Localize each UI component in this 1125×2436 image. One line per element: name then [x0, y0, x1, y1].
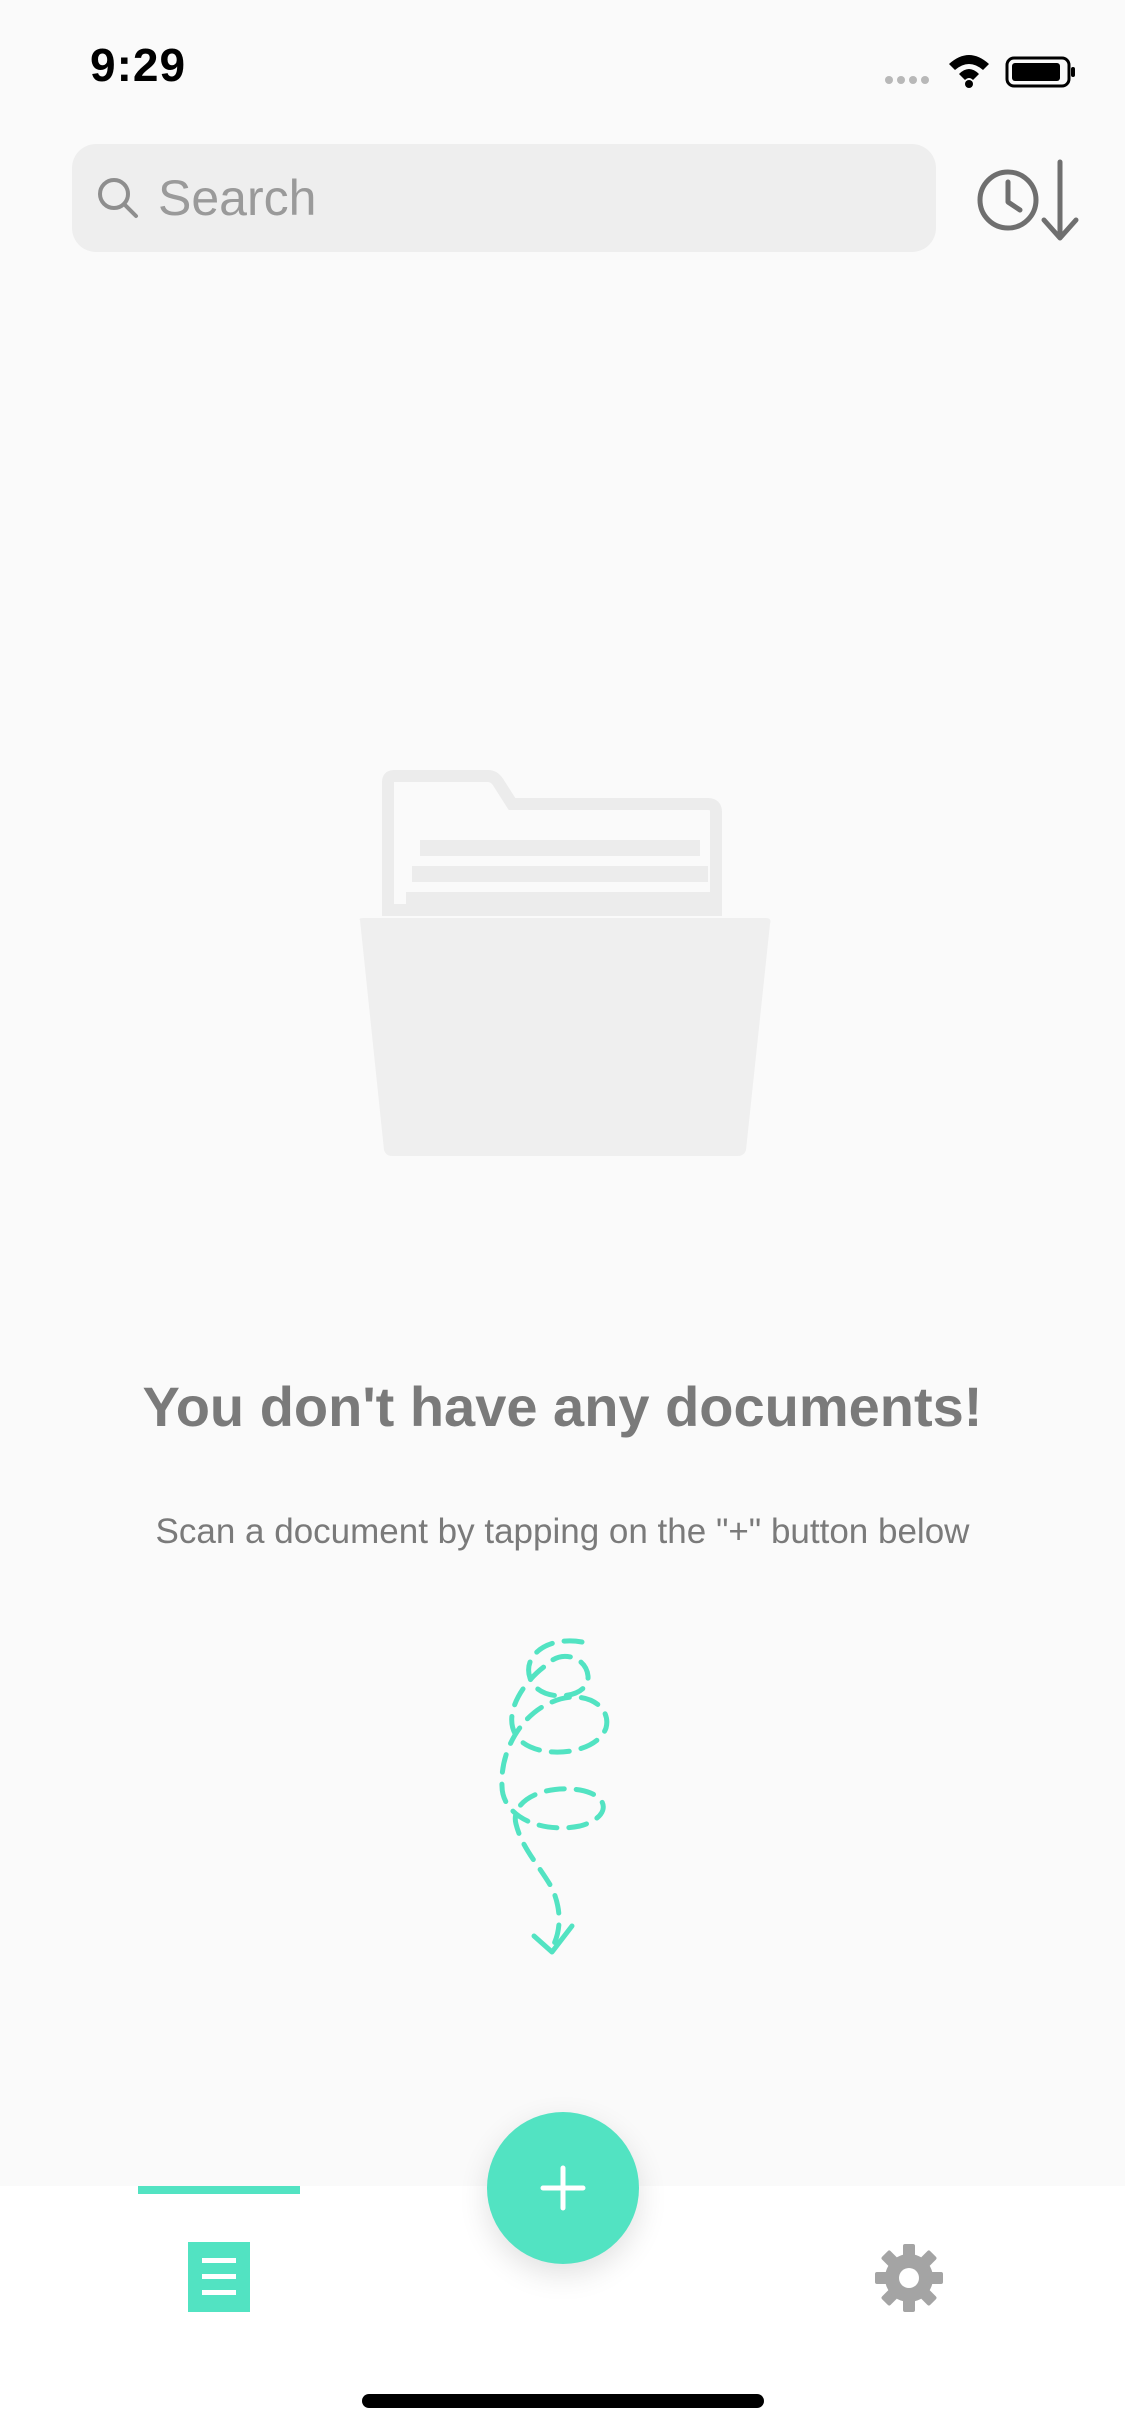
- empty-state-title: You don't have any documents!: [142, 1375, 983, 1438]
- wifi-icon: [949, 55, 989, 88]
- empty-state-subtitle: Scan a document by tapping on the "+" bu…: [155, 1512, 970, 1551]
- battery-icon: [1005, 56, 1075, 88]
- cellular-icon: [885, 76, 929, 84]
- gear-icon[interactable]: [873, 2242, 945, 2314]
- add-document-button[interactable]: [487, 2112, 639, 2264]
- plus-icon: [540, 2165, 586, 2211]
- empty-folder-icon: [359, 770, 771, 1156]
- home-indicator[interactable]: [362, 2394, 764, 2408]
- search-bar[interactable]: [72, 144, 936, 252]
- search-icon: [98, 178, 138, 218]
- status-time: 9:29: [90, 39, 187, 91]
- squiggle-arrow-icon: [499, 1638, 610, 1955]
- document-list-icon[interactable]: [188, 2242, 250, 2312]
- status-icons: [885, 55, 1075, 88]
- search-input[interactable]: [158, 169, 918, 227]
- status-bar: 9:29: [0, 0, 1125, 132]
- tab-indicator-documents: [138, 2186, 300, 2194]
- sort-by-date-icon[interactable]: [972, 156, 1088, 246]
